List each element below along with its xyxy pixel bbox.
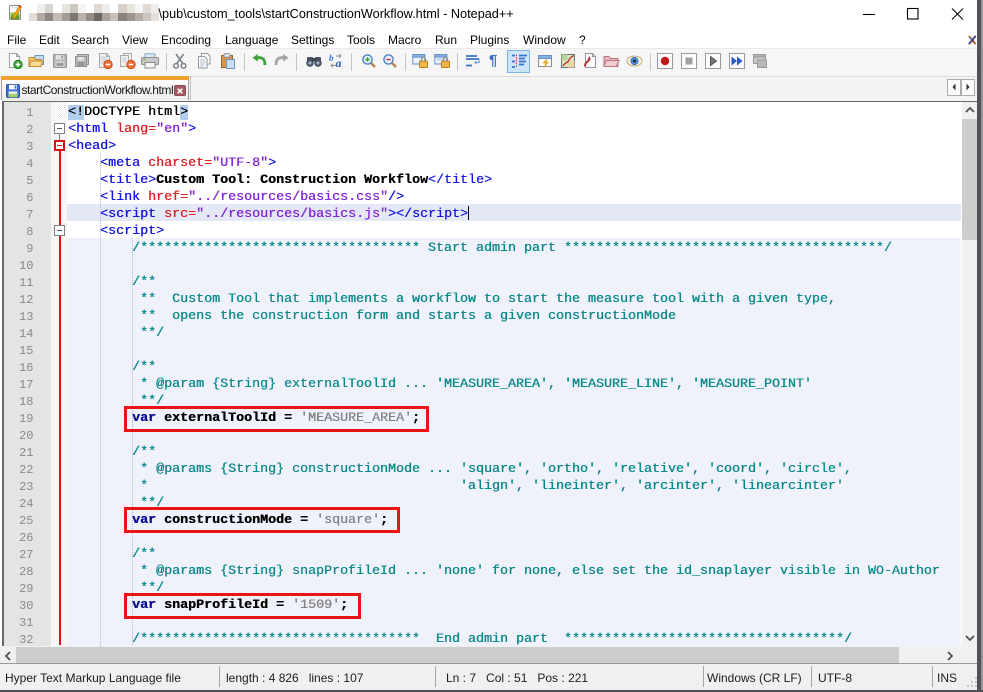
- svg-text:a: a: [336, 56, 342, 69]
- svg-text:b: b: [329, 53, 334, 63]
